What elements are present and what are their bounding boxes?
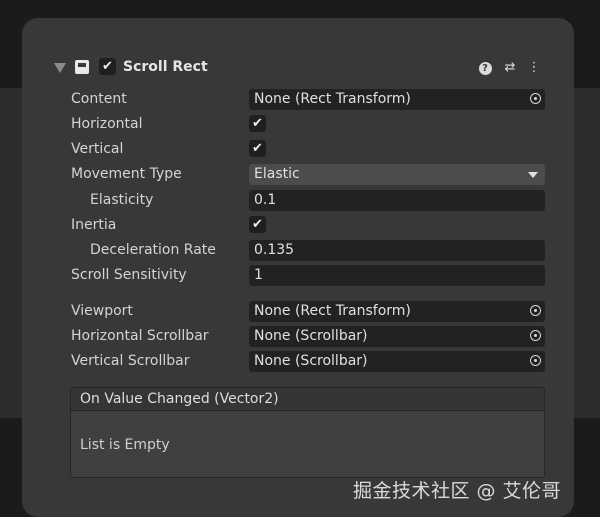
vertical-scrollbar-value: None (Scrollbar) — [254, 353, 368, 369]
chevron-down-icon — [528, 172, 538, 178]
vertical-checkbox[interactable]: ✔ — [249, 140, 266, 157]
scroll-sensitivity-input[interactable]: 1 — [249, 265, 545, 286]
viewport-field[interactable]: None (Rect Transform) — [249, 301, 545, 322]
checkmark-icon: ✔ — [252, 141, 263, 156]
object-picker-icon[interactable] — [530, 305, 541, 316]
property-row-scroll-sensitivity: Scroll Sensitivity 1 — [22, 265, 574, 287]
vertical-label: Vertical — [71, 141, 124, 157]
property-row-elasticity: Elasticity 0.1 — [22, 190, 574, 212]
inertia-label: Inertia — [71, 217, 117, 233]
property-row-deceleration-rate: Deceleration Rate 0.135 — [22, 240, 574, 262]
component-enabled-checkbox[interactable]: ✔ — [99, 58, 116, 75]
component-header[interactable]: ✔ Scroll Rect ? ⇄ ⋮ — [22, 56, 574, 82]
elasticity-label[interactable]: Elasticity — [90, 192, 153, 208]
watermark: 掘金技术社区 @ 艾伦哥 — [353, 480, 562, 502]
viewport-value: None (Rect Transform) — [254, 303, 411, 319]
movement-type-value: Elastic — [254, 166, 300, 182]
property-row-vertical-scrollbar: Vertical Scrollbar None (Scrollbar) — [22, 351, 574, 373]
deceleration-rate-input[interactable]: 0.135 — [249, 240, 545, 261]
event-empty-text: List is Empty — [80, 437, 170, 453]
background-band-right — [574, 88, 600, 418]
component-icon — [75, 60, 89, 74]
foldout-arrow-icon[interactable] — [54, 63, 66, 73]
property-row-inertia: Inertia ✔ — [22, 215, 574, 237]
object-picker-icon[interactable] — [530, 330, 541, 341]
component-title: Scroll Rect — [123, 59, 208, 75]
property-row-vertical: Vertical ✔ — [22, 139, 574, 161]
checkmark-icon: ✔ — [102, 59, 113, 74]
deceleration-rate-label[interactable]: Deceleration Rate — [90, 242, 216, 258]
property-row-movement-type: Movement Type Elastic — [22, 164, 574, 186]
property-row-content: Content None (Rect Transform) — [22, 89, 574, 111]
horizontal-scrollbar-field[interactable]: None (Scrollbar) — [249, 326, 545, 347]
content-value: None (Rect Transform) — [254, 91, 411, 107]
object-picker-icon[interactable] — [530, 93, 541, 104]
scroll-sensitivity-label[interactable]: Scroll Sensitivity — [71, 267, 187, 283]
context-menu-icon[interactable]: ⋮ — [525, 59, 543, 77]
background-band-left — [0, 88, 22, 418]
movement-type-label: Movement Type — [71, 166, 182, 182]
horizontal-scrollbar-value: None (Scrollbar) — [254, 328, 368, 344]
vertical-scrollbar-label: Vertical Scrollbar — [71, 353, 190, 369]
object-picker-icon[interactable] — [530, 355, 541, 366]
event-title: On Value Changed (Vector2) — [71, 388, 544, 411]
checkmark-icon: ✔ — [252, 116, 263, 131]
horizontal-scrollbar-label: Horizontal Scrollbar — [71, 328, 209, 344]
checkmark-icon: ✔ — [252, 217, 263, 232]
content-field[interactable]: None (Rect Transform) — [249, 89, 545, 110]
property-row-viewport: Viewport None (Rect Transform) — [22, 301, 574, 323]
help-icon[interactable]: ? — [476, 59, 494, 77]
inspector-panel: ✔ Scroll Rect ? ⇄ ⋮ Content None (Rect T… — [22, 18, 574, 517]
horizontal-label: Horizontal — [71, 116, 143, 132]
property-row-horizontal-scrollbar: Horizontal Scrollbar None (Scrollbar) — [22, 326, 574, 348]
preset-icon[interactable]: ⇄ — [501, 59, 519, 77]
movement-type-dropdown[interactable]: Elastic — [249, 164, 545, 185]
vertical-scrollbar-field[interactable]: None (Scrollbar) — [249, 351, 545, 372]
property-row-horizontal: Horizontal ✔ — [22, 114, 574, 136]
on-value-changed-event: On Value Changed (Vector2) List is Empty — [70, 387, 545, 478]
inertia-checkbox[interactable]: ✔ — [249, 216, 266, 233]
horizontal-checkbox[interactable]: ✔ — [249, 115, 266, 132]
viewport-label: Viewport — [71, 303, 133, 319]
elasticity-input[interactable]: 0.1 — [249, 190, 545, 211]
content-label: Content — [71, 91, 127, 107]
